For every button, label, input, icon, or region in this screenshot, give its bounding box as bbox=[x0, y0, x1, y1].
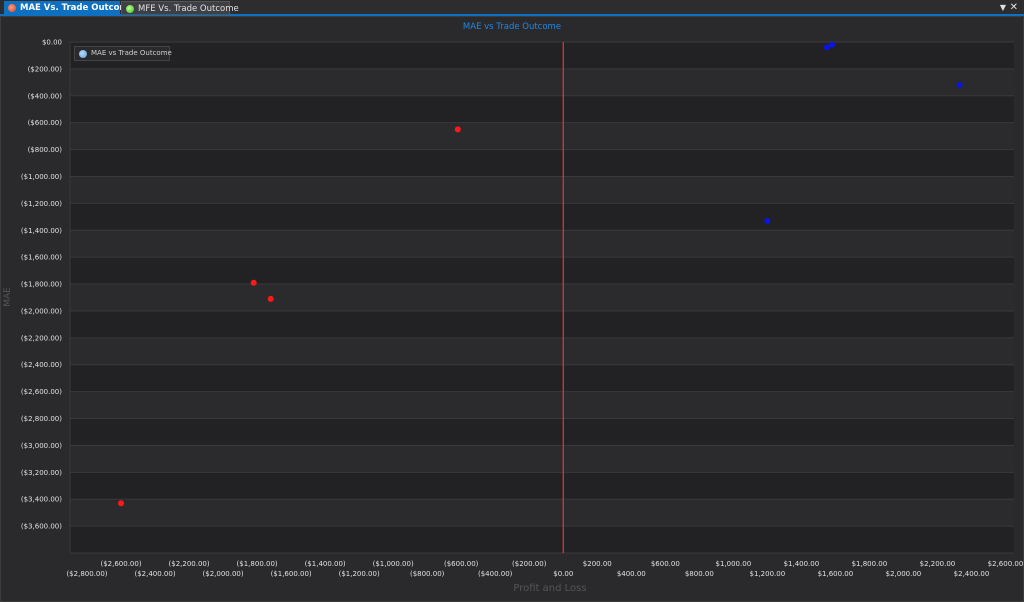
scatter-chart: $0.00 ($200.00) ($400.00) ($600.00) ($800.00… bbox=[21, 39, 1024, 579]
x-tick-label: $1,200.00 bbox=[750, 570, 786, 578]
y-tick-label: ($1,800.00) bbox=[21, 281, 62, 289]
x-tick-label: $0.00 bbox=[553, 570, 573, 578]
x-axis-label: Profit and Loss bbox=[513, 583, 587, 594]
x-tick-label: ($2,600.00) bbox=[100, 560, 141, 568]
data-point bbox=[764, 217, 771, 224]
x-tick-label: $2,200.00 bbox=[920, 560, 956, 568]
x-tick-label: $800.00 bbox=[685, 570, 714, 578]
y-tick-label: ($1,600.00) bbox=[21, 254, 62, 262]
grid-band bbox=[70, 230, 1014, 258]
x-tick-label: ($2,000.00) bbox=[203, 570, 244, 578]
y-tick-label: ($1,200.00) bbox=[21, 200, 62, 208]
y-tick-label: $0.00 bbox=[42, 39, 62, 47]
y-tick-label: ($3,600.00) bbox=[21, 523, 62, 531]
x-tick-label: ($1,600.00) bbox=[271, 570, 312, 578]
y-tick-label: ($2,000.00) bbox=[21, 307, 62, 315]
y-tick-label: ($200.00) bbox=[28, 65, 63, 73]
legend-label: MAE vs Trade Outcome bbox=[91, 49, 172, 57]
x-tick-label: $2,400.00 bbox=[954, 570, 990, 578]
legend-swatch bbox=[79, 50, 87, 58]
x-tick-label: ($1,200.00) bbox=[339, 570, 380, 578]
data-point bbox=[454, 126, 461, 133]
x-tick-label: $1,800.00 bbox=[852, 560, 888, 568]
x-tick-label: $200.00 bbox=[583, 560, 612, 568]
grid-band bbox=[70, 176, 1014, 204]
x-tick-label: ($800.00) bbox=[410, 570, 445, 578]
x-tick-label: ($400.00) bbox=[478, 570, 513, 578]
y-tick-label: ($600.00) bbox=[28, 119, 63, 127]
grid-band bbox=[70, 499, 1014, 527]
chart-legend: MAE vs Trade Outcome bbox=[74, 46, 172, 61]
x-tick-label: ($200.00) bbox=[512, 560, 547, 568]
y-tick-label: ($2,600.00) bbox=[21, 388, 62, 396]
grid-band bbox=[70, 68, 1014, 96]
grid-band bbox=[70, 337, 1014, 365]
x-tick-label: $2,600.00 bbox=[988, 560, 1024, 568]
x-tick-label: $600.00 bbox=[651, 560, 680, 568]
x-tick-label: ($2,800.00) bbox=[66, 570, 107, 578]
data-point bbox=[267, 295, 274, 302]
y-axis-label: MAE bbox=[2, 287, 13, 307]
x-tick-label: $1,600.00 bbox=[818, 570, 854, 578]
y-tick-label: ($1,400.00) bbox=[21, 227, 62, 235]
x-tick-label: $400.00 bbox=[617, 570, 646, 578]
x-tick-label: $1,000.00 bbox=[716, 560, 752, 568]
x-tick-label: ($1,000.00) bbox=[373, 560, 414, 568]
y-tick-label: ($1,000.00) bbox=[21, 173, 62, 181]
data-point bbox=[250, 279, 257, 286]
grid-band bbox=[70, 284, 1014, 311]
x-tick-label: ($1,800.00) bbox=[237, 560, 278, 568]
data-point bbox=[823, 44, 830, 51]
y-tick-label: ($2,200.00) bbox=[21, 334, 62, 342]
y-tick-label: ($400.00) bbox=[28, 92, 63, 100]
data-point bbox=[829, 41, 836, 48]
grid-band bbox=[70, 122, 1014, 150]
y-tick-label: ($3,000.00) bbox=[21, 442, 62, 450]
x-tick-label: ($2,200.00) bbox=[169, 560, 210, 568]
y-tick-label: ($2,400.00) bbox=[21, 361, 62, 369]
x-tick-label: ($2,400.00) bbox=[134, 570, 175, 578]
data-point bbox=[118, 500, 125, 507]
grid-band bbox=[70, 445, 1014, 473]
y-tick-label: ($2,800.00) bbox=[21, 415, 62, 423]
y-tick-label: ($3,200.00) bbox=[21, 469, 62, 477]
x-tick-label: $1,400.00 bbox=[784, 560, 820, 568]
y-tick-label: ($800.00) bbox=[28, 146, 63, 154]
data-point bbox=[956, 82, 963, 89]
x-tick-label: $2,000.00 bbox=[886, 570, 922, 578]
x-tick-label: ($1,400.00) bbox=[305, 560, 346, 568]
x-tick-label: ($600.00) bbox=[444, 560, 479, 568]
grid-band bbox=[70, 391, 1014, 419]
y-tick-label: ($3,400.00) bbox=[21, 496, 62, 504]
